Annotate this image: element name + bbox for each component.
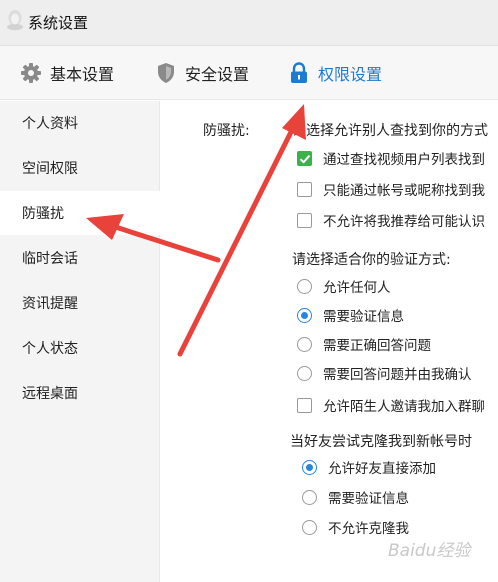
option-label: 需要回答问题并由我确认: [323, 367, 472, 383]
lock-icon: [291, 62, 307, 83]
find-method-heading: 请选择允许别人查找到你的方式: [292, 123, 488, 139]
window-title: 系统设置: [28, 14, 89, 32]
radio-button[interactable]: [297, 365, 312, 381]
sidebar-item-label: 个人资料: [22, 116, 78, 132]
sidebar-item-personal-status[interactable]: 个人状态: [0, 326, 160, 370]
tab-label: 权限设置: [318, 65, 383, 84]
sidebar-item-temp-session[interactable]: 临时会话: [0, 236, 160, 280]
clone-heading: 当好友尝试克隆我到新帐号时: [290, 434, 472, 450]
radio-button[interactable]: [297, 278, 312, 294]
sidebar-item-remote-desktop[interactable]: 远程桌面: [0, 371, 160, 415]
option-label: 需要验证信息: [328, 491, 409, 507]
radio-button[interactable]: [297, 336, 312, 352]
option-label: 允许陌生人邀请我加入群聊: [323, 399, 485, 415]
title-bar: 系统设置: [0, 0, 498, 46]
option-label: 需要验证信息: [323, 309, 404, 325]
option-label: 需要正确回答问题: [323, 338, 431, 354]
sidebar-item-label: 临时会话: [22, 251, 78, 267]
section-label-anti-harassment: 防骚扰:: [203, 123, 250, 139]
option-label: 允许好友直接添加: [328, 461, 436, 477]
radio-button[interactable]: [302, 519, 317, 535]
checkbox[interactable]: [297, 212, 312, 228]
settings-sidebar: 个人资料 空间权限 防骚扰 临时会话 资讯提醒 个人状态 远程桌面: [0, 101, 160, 582]
sidebar-item-label: 资讯提醒: [22, 296, 78, 312]
penguin-logo-icon: [7, 10, 23, 31]
find-option-video-list[interactable]: 通过查找视频用户列表找到: [297, 148, 485, 168]
clone-option-disallow[interactable]: 不允许克隆我: [302, 517, 409, 537]
find-option-account-nickname[interactable]: 只能通过帐号或昵称找到我: [297, 179, 485, 199]
option-label: 不允许克隆我: [328, 521, 409, 537]
anti-harassment-panel: 防骚扰: 请选择允许别人查找到你的方式 通过查找视频用户列表找到 只能通过帐号或…: [161, 101, 498, 582]
sidebar-item-label: 远程桌面: [22, 386, 78, 402]
find-option-no-recommend[interactable]: 不允许将我推荐给可能认识: [297, 210, 485, 230]
tab-permission-settings[interactable]: 权限设置: [288, 46, 382, 100]
verify-method-heading: 请选择适合你的验证方式:: [292, 252, 451, 268]
sidebar-item-space-permission[interactable]: 空间权限: [0, 146, 160, 190]
shield-icon: [158, 63, 174, 83]
checkbox[interactable]: [297, 397, 312, 413]
sidebar-item-label: 防骚扰: [22, 206, 64, 222]
group-invite-option[interactable]: 允许陌生人邀请我加入群聊: [297, 395, 485, 415]
checkbox[interactable]: [297, 181, 312, 197]
watermark: Baidu经验: [388, 541, 471, 561]
option-label: 允许任何人: [323, 280, 391, 296]
sidebar-item-label: 空间权限: [22, 161, 78, 177]
tab-basic-settings[interactable]: 基本设置: [20, 46, 114, 100]
verify-option-anyone[interactable]: 允许任何人: [297, 276, 391, 296]
verify-option-correct-answer[interactable]: 需要正确回答问题: [297, 334, 431, 354]
checkbox-checked[interactable]: [297, 150, 312, 166]
sidebar-item-label: 个人状态: [22, 341, 78, 357]
radio-button-selected[interactable]: [297, 307, 312, 323]
sidebar-item-anti-harassment[interactable]: 防骚扰: [0, 191, 160, 235]
verify-option-answer-confirm[interactable]: 需要回答问题并由我确认: [297, 363, 472, 383]
option-label: 通过查找视频用户列表找到: [323, 152, 485, 168]
option-label: 不允许将我推荐给可能认识: [323, 214, 485, 230]
tab-label: 基本设置: [50, 65, 115, 84]
sidebar-item-personal-profile[interactable]: 个人资料: [0, 101, 160, 145]
clone-option-need-verify[interactable]: 需要验证信息: [302, 487, 409, 507]
sidebar-item-news-reminder[interactable]: 资讯提醒: [0, 281, 160, 325]
settings-tab-bar: 基本设置 安全设置 权限设置: [0, 46, 498, 100]
gear-icon: [21, 63, 41, 83]
verify-option-need-info[interactable]: 需要验证信息: [297, 305, 404, 325]
option-label: 只能通过帐号或昵称找到我: [323, 183, 485, 199]
tab-label: 安全设置: [185, 65, 250, 84]
clone-option-allow-direct[interactable]: 允许好友直接添加: [302, 457, 436, 477]
tab-security-settings[interactable]: 安全设置: [155, 46, 249, 100]
radio-button-selected[interactable]: [302, 459, 317, 475]
radio-button[interactable]: [302, 489, 317, 505]
